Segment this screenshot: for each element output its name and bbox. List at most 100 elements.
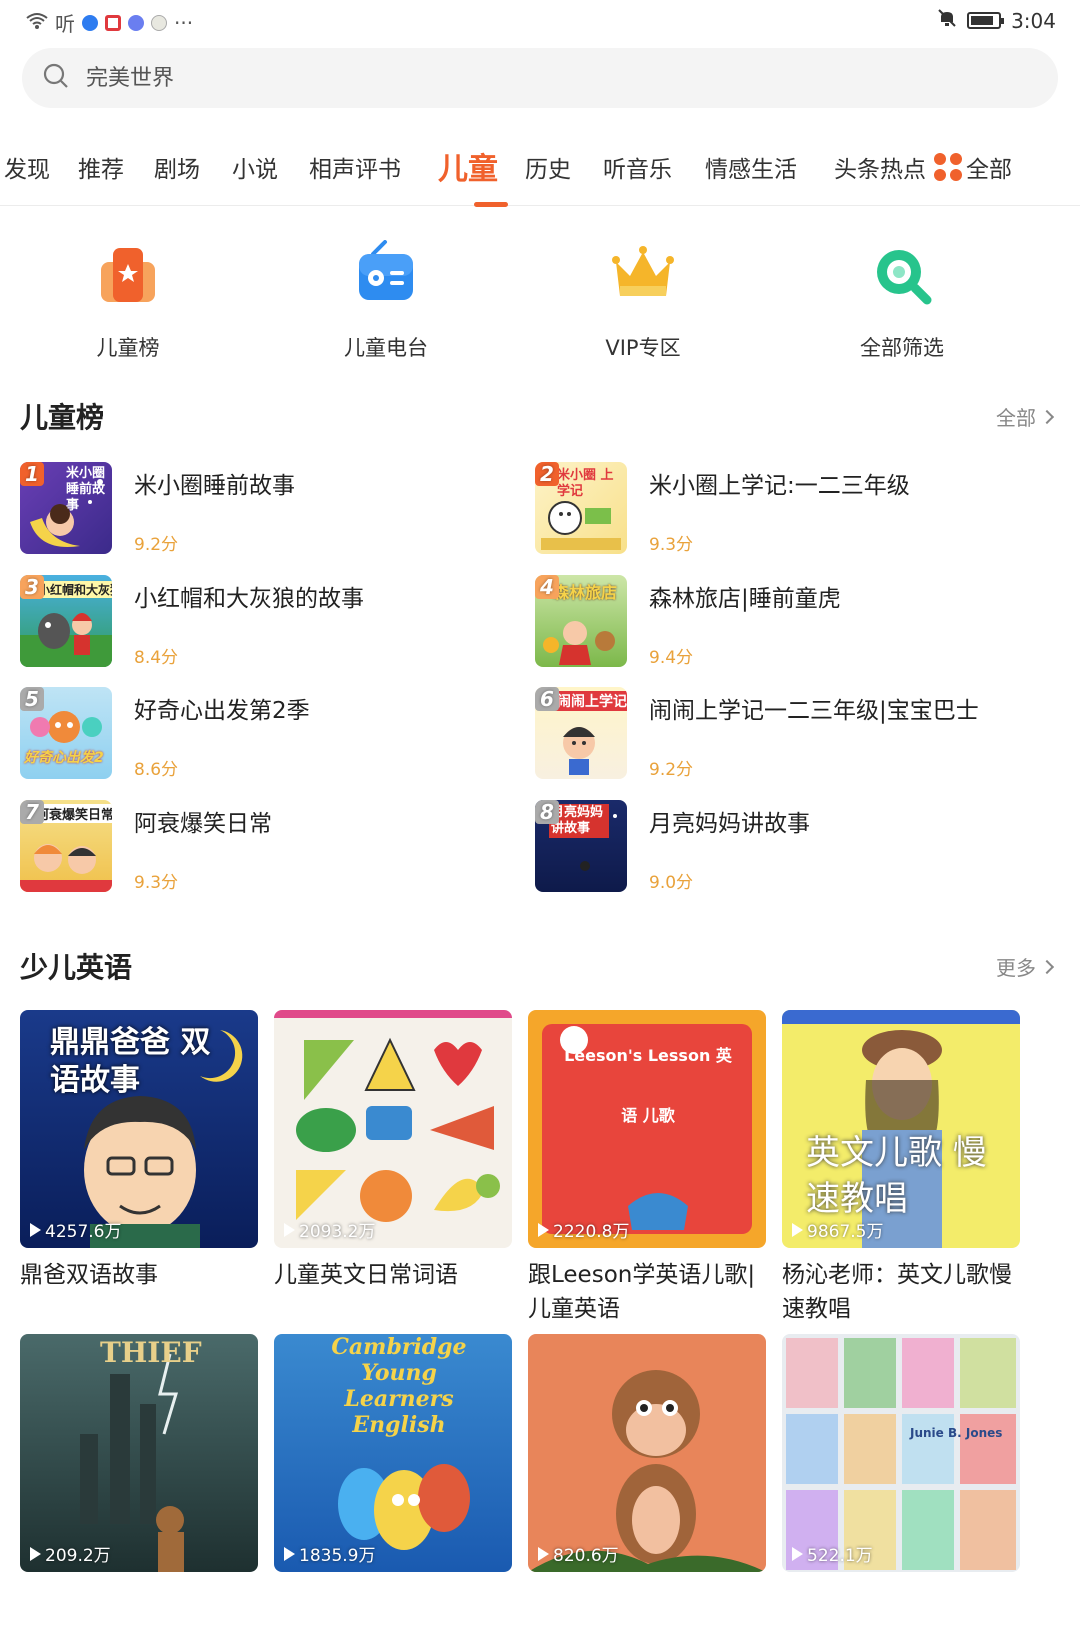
rank-badge: 1 [20,462,44,486]
quick-entry-children-radio[interactable]: 儿童电台 [306,240,466,362]
album-cover: 米小圈 睡前故事 1 [20,462,112,554]
album-cover: 好奇心出发2 5 [20,687,112,779]
album-card[interactable]: Cambridge Young Learners English 1835.9万 [274,1334,512,1572]
ranking-item-title: 月亮妈妈讲故事 [649,811,810,837]
play-count-value: 9867.5万 [807,1222,884,1242]
crown-icon [608,240,678,310]
play-icon [538,1546,549,1561]
rank-badge: 8 [535,800,559,824]
ranking-item[interactable]: 阿衰爆笑日常 7 阿衰爆笑日常 9.3分 [20,800,520,896]
quick-entry-label: 儿童电台 [344,336,428,360]
album-cover: Cambridge Young Learners English 1835.9万 [274,1334,512,1572]
category-grid-icon [934,153,962,181]
tab-children[interactable]: 儿童 [438,144,498,188]
tab-discover[interactable]: 发现 [4,150,50,184]
play-count: 9867.5万 [792,1217,883,1242]
cover-text: 米小圈 上学记 [557,468,614,499]
album-card-title: 鼎爸双语故事 [20,1262,158,1288]
english-section-title: 少儿英语 [20,951,133,984]
tab-recommend[interactable]: 推荐 [78,150,124,184]
album-card[interactable]: 820.6万 [528,1334,766,1572]
tab-headlines[interactable]: 头条热点 [834,150,926,184]
ranking-more-label: 全部 [996,406,1036,430]
cover-text: 英文儿歌 慢速教唱 [806,1133,987,1219]
play-count-value: 4257.6万 [45,1222,122,1242]
english-more-label: 更多 [996,956,1036,980]
ranking-item[interactable]: 米小圈 上学记 2 米小圈上学记:一二三年级 9.3分 [535,462,1035,558]
cover-text: 阿衰爆笑日常 [34,804,112,823]
tab-emotion[interactable]: 情感生活 [705,150,797,184]
ranking-item[interactable]: 月亮妈妈讲故事 8 月亮妈妈讲故事 9.0分 [535,800,1035,896]
rank-badge: 6 [535,687,559,711]
ranking-item-score: 8.4分 [134,648,179,668]
quick-entry-all-filter[interactable]: 全部筛选 [822,240,982,362]
album-card[interactable]: 鼎鼎爸爸 双语故事 4257.6万 鼎爸双语故事 [20,1010,258,1292]
ranking-item-title: 阿衰爆笑日常 [134,811,272,837]
album-card[interactable]: THIEF 209.2万 [20,1334,258,1572]
album-cover: 820.6万 [528,1334,766,1572]
quick-entries: 儿童榜 儿童电台 VIP专区 全部筛选 [0,240,1080,370]
ranking-item-score: 8.6分 [134,760,179,780]
search-filter-icon [867,240,937,310]
status-bar: 听 ··· 3:04 [0,0,1080,40]
ranking-item-score: 9.3分 [649,535,694,555]
tab-novel[interactable]: 小说 [232,150,278,184]
album-card-title: 跟Leeson学英语儿歌|儿童英语 [528,1262,756,1322]
ranking-item-score: 9.2分 [134,535,179,555]
ranking-item[interactable]: 小红帽和大灰狼 3 小红帽和大灰狼的故事 8.4分 [20,575,520,671]
tab-music[interactable]: 听音乐 [603,150,672,184]
app-label: 听 [55,12,75,36]
rank-badge: 5 [20,687,44,711]
album-cover: 2093.2万 [274,1010,512,1248]
ranking-item-score: 9.3分 [134,873,179,893]
quick-entry-label: VIP专区 [605,336,681,360]
ranking-item-title: 森林旅店|睡前童虎 [649,586,841,612]
search-bar[interactable] [22,48,1058,108]
play-count-value: 820.6万 [553,1546,619,1566]
all-categories-label: 全部 [966,157,1012,183]
cover-text: 米小圈 睡前故事 [66,466,106,513]
play-count: 2220.8万 [538,1217,629,1242]
search-input[interactable] [86,65,886,91]
ranking-item-title: 小红帽和大灰狼的故事 [134,586,364,612]
quick-entry-label: 全部筛选 [860,336,944,360]
play-icon [30,1546,41,1561]
clock: 3:04 [1011,8,1056,33]
album-card[interactable]: Junie B. Jones 522.1万 [782,1334,1020,1572]
quick-entry-children-chart[interactable]: 儿童榜 [48,240,208,362]
play-count: 2093.2万 [284,1217,375,1242]
status-right: 3:04 [937,8,1056,33]
album-card[interactable]: 英文儿歌 慢速教唱 9867.5万 杨沁老师：英文儿歌慢速教唱 [782,1010,1020,1326]
all-categories-button[interactable]: 全部 [930,150,1012,184]
english-more-button[interactable]: 更多 [996,952,1055,981]
album-cover: THIEF 209.2万 [20,1334,258,1572]
ranking-section-title: 儿童榜 [20,401,105,434]
ranking-item[interactable]: 好奇心出发2 5 好奇心出发第2季 8.6分 [20,687,520,783]
tab-theater[interactable]: 剧场 [154,150,200,184]
cover-text: THIEF [100,1336,202,1369]
ranking-item[interactable]: 森林旅店 4 森林旅店|睡前童虎 9.4分 [535,575,1035,671]
album-cover: 阿衰爆笑日常 7 [20,800,112,892]
album-card[interactable]: 2093.2万 儿童英文日常词语 [274,1010,512,1292]
cover-text: Leeson's Lesson 英语 儿歌 [564,1046,732,1125]
ranking-item[interactable]: 米小圈 睡前故事 1 米小圈睡前故事 9.2分 [20,462,520,558]
more-notifications: ··· [174,10,194,35]
ranking-more-button[interactable]: 全部 [996,402,1055,431]
cover-text: 森林旅店 [553,583,618,602]
app-notification-icon [82,14,98,31]
ranking-item[interactable]: 闹闹上学记 6 闹闹上学记一二三年级|宝宝巴士 9.2分 [535,687,1035,783]
play-icon [30,1222,41,1237]
album-cover: 月亮妈妈讲故事 8 [535,800,627,892]
play-count: 820.6万 [538,1541,619,1566]
app-notification-icon [105,14,121,31]
play-count-value: 2220.8万 [553,1222,630,1242]
play-count: 209.2万 [30,1541,111,1566]
cover-text: 好奇心出发2 [24,750,104,766]
quick-entry-vip[interactable]: VIP专区 [563,240,723,362]
play-count-value: 2093.2万 [299,1222,376,1242]
status-left: 听 ··· [26,8,193,37]
album-card[interactable]: Leeson's Lesson 英语 儿歌 2220.8万 跟Leeson学英语… [528,1010,766,1326]
tab-crosstalk[interactable]: 相声评书 [309,150,401,184]
tab-history[interactable]: 历史 [525,150,571,184]
radio-icon [351,240,421,310]
